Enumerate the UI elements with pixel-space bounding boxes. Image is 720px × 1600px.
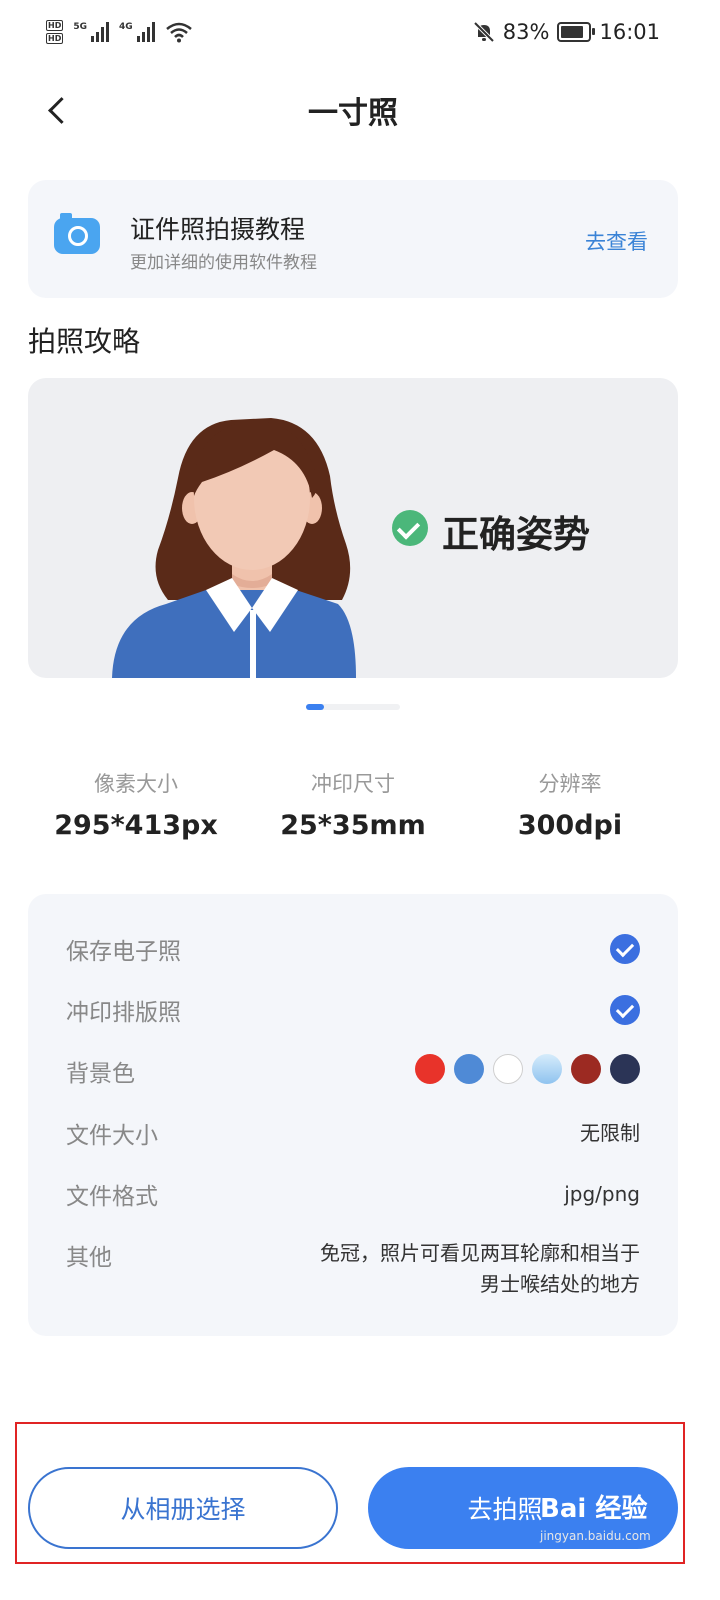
wifi-icon	[165, 22, 192, 43]
status-bar: HD HD 5G 4G 83% 16:01	[0, 0, 720, 72]
detail-value: 无限制	[580, 1121, 640, 1145]
color-swatch[interactable]	[454, 1054, 484, 1084]
tutorial-subtitle: 更加详细的使用软件教程	[130, 253, 317, 273]
detail-row-file-format: 文件格式 jpg/png	[66, 1177, 640, 1217]
color-swatch[interactable]	[415, 1054, 445, 1084]
detail-label: 文件大小	[66, 1123, 158, 1149]
carousel-active-dot	[306, 704, 324, 710]
detail-value: 免冠，照片可看见两耳轮廓和相当于 男士喉结处的地方	[320, 1238, 640, 1300]
signal-icon: 4G	[119, 22, 155, 42]
checked-icon[interactable]	[610, 995, 640, 1025]
detail-row-background: 背景色	[66, 1054, 640, 1094]
watermark-url: jingyan.baidu.com	[540, 1529, 651, 1543]
detail-label: 背景色	[66, 1061, 135, 1087]
banner-caption: 正确姿势	[442, 513, 590, 556]
spec-label: 像素大小	[94, 772, 178, 796]
detail-label: 其他	[66, 1245, 112, 1271]
color-swatch[interactable]	[610, 1054, 640, 1084]
color-swatch[interactable]	[493, 1054, 523, 1084]
choose-from-album-button[interactable]: 从相册选择	[28, 1467, 338, 1549]
signal-icon: 5G	[73, 22, 109, 42]
tutorial-card[interactable]: 证件照拍摄教程 更加详细的使用软件教程 去查看	[28, 180, 678, 298]
details-card: 保存电子照 冲印排版照 背景色 文件大小 无限制 文件格式 jpg/png 其他…	[28, 894, 678, 1336]
hd-icon: HD	[46, 33, 64, 44]
status-right: 83% 16:01	[473, 20, 660, 44]
detail-row-print-layout: 冲印排版照	[66, 993, 640, 1033]
battery-icon	[557, 22, 596, 42]
battery-percent: 83%	[502, 20, 550, 44]
spec-pixel-size: 像素大小 295*413px	[16, 768, 256, 841]
spec-label: 分辨率	[538, 772, 602, 796]
background-color-swatches	[415, 1054, 640, 1084]
detail-label: 冲印排版照	[66, 1000, 181, 1026]
signal-label: 5G	[73, 22, 87, 32]
check-circle-icon	[392, 510, 428, 546]
camera-icon	[54, 213, 100, 254]
section-title: 拍照攻略	[28, 325, 141, 358]
detail-value: jpg/png	[564, 1182, 640, 1206]
spec-value: 295*413px	[54, 810, 218, 841]
color-swatch[interactable]	[571, 1054, 601, 1084]
hd-icon: HD	[46, 20, 64, 31]
spec-value: 300dpi	[517, 810, 623, 841]
detail-label: 文件格式	[66, 1184, 158, 1210]
mute-bell-icon	[473, 21, 495, 43]
detail-value-line: 男士喉结处的地方	[480, 1272, 640, 1296]
clock: 16:01	[599, 20, 660, 44]
detail-value-line: 免冠，照片可看见两耳轮廓和相当于	[320, 1241, 640, 1265]
spec-print-size: 冲印尺寸 25*35mm	[233, 768, 473, 841]
signal-label: 4G	[119, 22, 133, 32]
detail-row-file-size: 文件大小 无限制	[66, 1116, 640, 1156]
page-title: 一寸照	[308, 96, 398, 131]
checked-icon[interactable]	[610, 934, 640, 964]
spec-label: 冲印尺寸	[311, 772, 395, 796]
spec-value: 25*35mm	[280, 810, 426, 841]
spec-resolution: 分辨率 300dpi	[450, 768, 690, 841]
hd-icons: HD HD	[46, 20, 64, 44]
watermark-logo: Bai 经验	[540, 1494, 648, 1524]
status-left: HD HD 5G 4G	[46, 20, 193, 44]
carousel-indicator	[306, 704, 400, 710]
detail-label: 保存电子照	[66, 939, 181, 965]
color-swatch[interactable]	[532, 1054, 562, 1084]
take-photo-label: 去拍照	[467, 1495, 543, 1524]
detail-row-save-digital: 保存电子照	[66, 932, 640, 972]
watermark: Bai 经验 jingyan.baidu.com	[540, 1488, 651, 1543]
tutorial-title: 证件照拍摄教程	[130, 215, 306, 244]
pose-banner[interactable]: 正确姿势	[28, 378, 678, 678]
view-tutorial-link[interactable]: 去查看	[585, 226, 648, 256]
portrait-illustration	[112, 418, 356, 678]
detail-row-other: 其他 免冠，照片可看见两耳轮廓和相当于 男士喉结处的地方	[66, 1238, 640, 1308]
battery-level	[561, 26, 584, 38]
